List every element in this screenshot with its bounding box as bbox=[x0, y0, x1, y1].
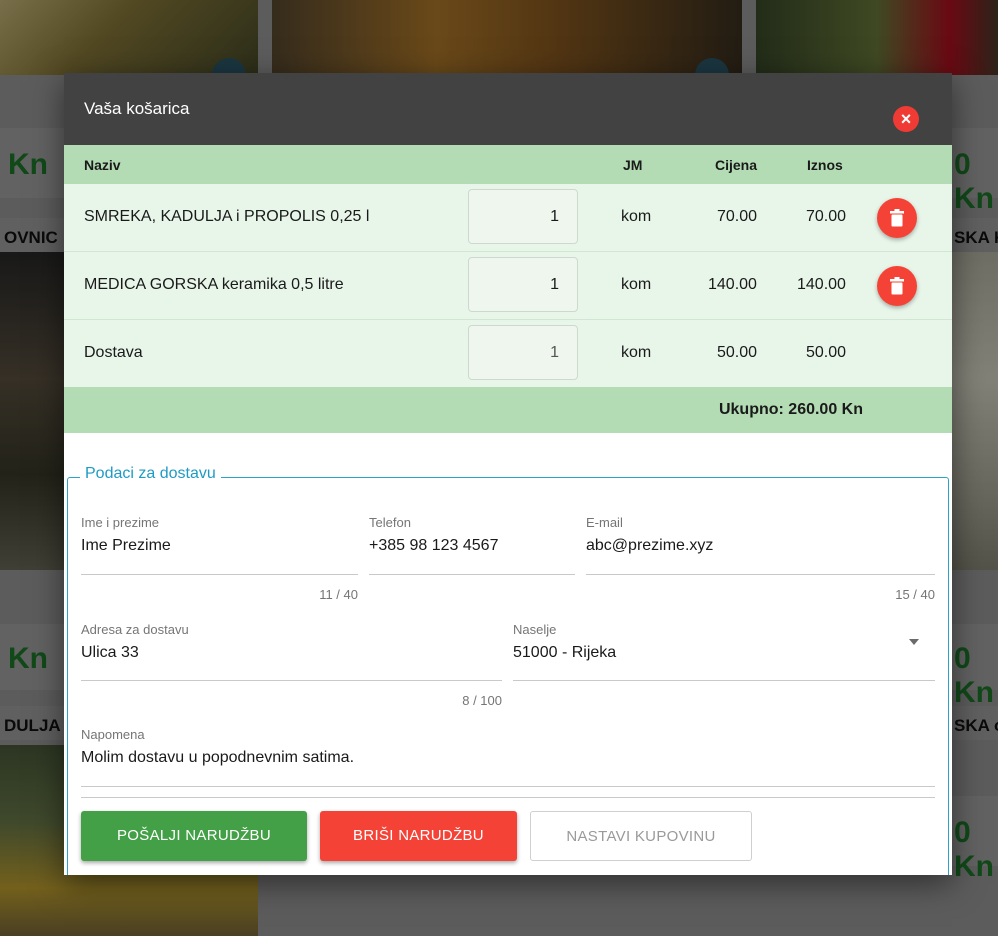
column-header-unit: JM bbox=[623, 157, 643, 173]
item-unit: kom bbox=[621, 344, 652, 361]
divider bbox=[81, 797, 935, 798]
address-field[interactable]: Adresa za dostavu Ulica 33 8 / 100 bbox=[81, 622, 502, 708]
continue-shopping-button[interactable]: NASTAVI KUPOVINU bbox=[530, 811, 752, 861]
trash-icon bbox=[890, 277, 904, 295]
item-name: SMREKA, KADULJA i PROPOLIS 0,25 l bbox=[84, 208, 370, 225]
cart-total-row: Ukupno: 260.00 Kn bbox=[64, 387, 952, 433]
quantity-input[interactable]: 1 bbox=[468, 189, 578, 244]
note-field[interactable]: Napomena Molim dostavu u popodnevnim sat… bbox=[81, 727, 935, 789]
dialog-header: Vaša košarica × bbox=[64, 73, 952, 145]
close-icon[interactable]: × bbox=[893, 106, 919, 132]
chevron-down-icon bbox=[909, 639, 919, 645]
trash-icon bbox=[890, 209, 904, 227]
phone-field[interactable]: Telefon +385 98 123 4567 bbox=[369, 515, 575, 577]
cart-dialog: Vaša košarica × Naziv JM Cijena Iznos SM… bbox=[64, 73, 952, 875]
city-select[interactable]: Naselje 51000 - Rijeka bbox=[513, 622, 935, 684]
item-name: Dostava bbox=[84, 344, 143, 361]
delete-order-button[interactable]: BRIŠI NARUDŽBU bbox=[320, 811, 517, 861]
dialog-title: Vaša košarica bbox=[84, 99, 190, 118]
table-row: Dostava 1 kom 50.00 50.00 bbox=[64, 320, 952, 388]
delete-item-button[interactable] bbox=[877, 198, 917, 238]
email-field[interactable]: E-mail abc@prezime.xyz 15 / 40 bbox=[586, 515, 935, 602]
item-price: 50.00 bbox=[717, 344, 758, 361]
cart-total: Ukupno: 260.00 Kn bbox=[718, 401, 863, 418]
item-price: 140.00 bbox=[708, 276, 757, 293]
item-amount: 50.00 bbox=[806, 344, 847, 361]
item-price: 70.00 bbox=[717, 208, 758, 225]
quantity-input[interactable]: 1 bbox=[468, 257, 578, 312]
table-row: MEDICA GORSKA keramika 0,5 litre 1 kom 1… bbox=[64, 252, 952, 320]
column-header-price: Cijena bbox=[715, 157, 758, 173]
cart-table-header: Naziv JM Cijena Iznos bbox=[64, 145, 952, 184]
column-header-name: Naziv bbox=[84, 157, 121, 173]
item-unit: kom bbox=[621, 276, 652, 293]
delivery-legend: Podaci za dostavu bbox=[80, 465, 221, 483]
name-field[interactable]: Ime i prezime Ime Prezime 11 / 40 bbox=[81, 515, 358, 602]
item-amount: 140.00 bbox=[797, 276, 846, 293]
item-name: MEDICA GORSKA keramika 0,5 litre bbox=[84, 276, 344, 293]
quantity-input: 1 bbox=[468, 325, 578, 380]
send-order-button[interactable]: POŠALJI NARUDŽBU bbox=[81, 811, 307, 861]
column-header-amount: Iznos bbox=[807, 157, 843, 173]
delete-item-button[interactable] bbox=[877, 266, 917, 306]
item-unit: kom bbox=[621, 208, 652, 225]
item-amount: 70.00 bbox=[806, 208, 847, 225]
table-row: SMREKA, KADULJA i PROPOLIS 0,25 l 1 kom … bbox=[64, 184, 952, 252]
